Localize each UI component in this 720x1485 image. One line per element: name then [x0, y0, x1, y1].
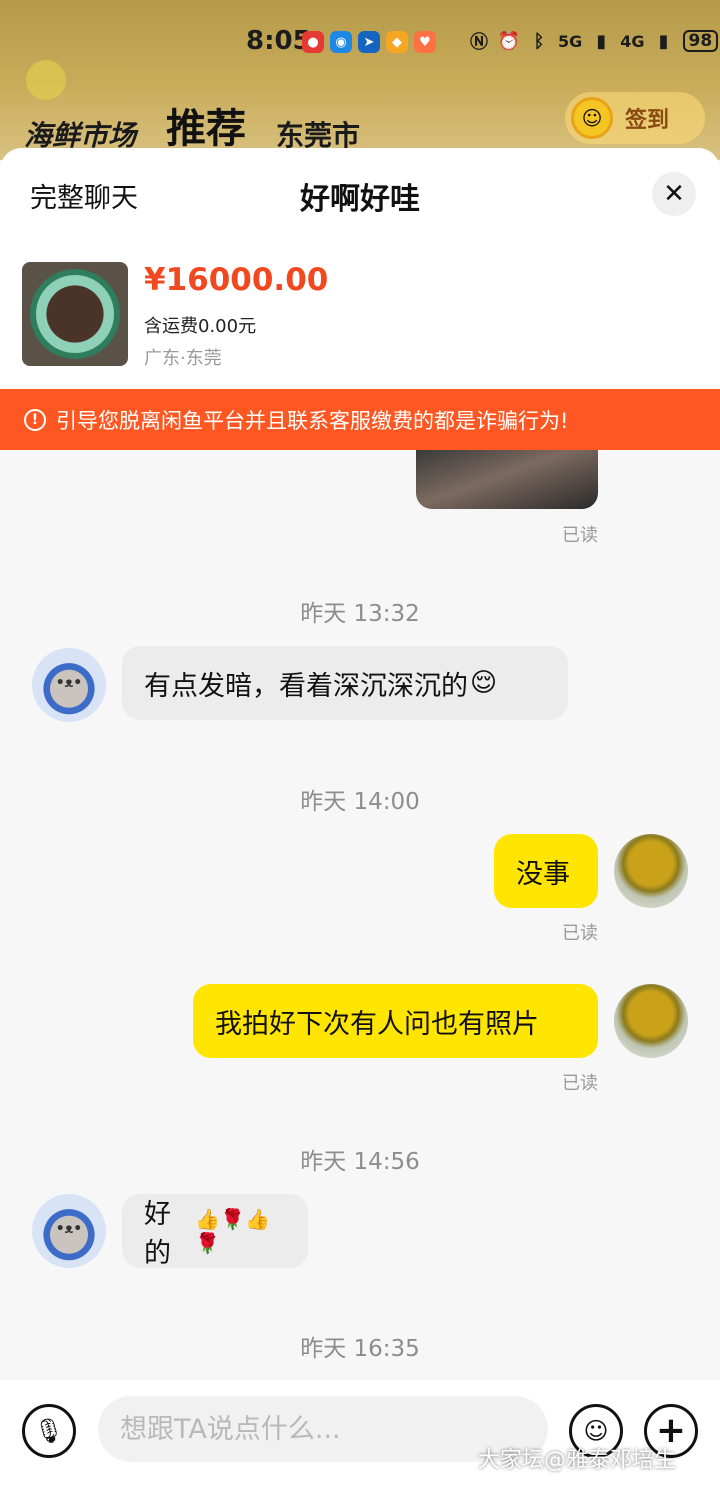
background-tabs: 海鲜市场 推荐 东莞市: [24, 96, 360, 154]
my-avatar[interactable]: [614, 984, 688, 1058]
message-text: 有点发暗，看着深沉深沉的: [144, 670, 468, 702]
health-app-icon: ♥: [414, 31, 436, 53]
my-avatar[interactable]: [614, 834, 688, 908]
alarm-icon: ⏰: [497, 30, 521, 52]
bluetooth-icon: ᛒ: [533, 30, 545, 52]
timestamp: 昨天 14:00: [300, 789, 420, 815]
battery-indicator: 98: [682, 30, 719, 52]
read-receipt: 已读: [562, 923, 598, 944]
message-text: 我拍好下次有人问也有照片: [215, 1008, 539, 1040]
status-time: 8:05: [246, 26, 311, 56]
message-text: 没事: [516, 858, 570, 890]
incoming-message[interactable]: 好的 👍🌹👍🌹: [122, 1194, 308, 1269]
notification-icons: ● ◉ ➤ ◆ ♥: [302, 31, 436, 53]
nfc-icon: Ⓝ: [470, 32, 488, 53]
system-indicators: Ⓝ ⏰ ᛒ 5G ▮ 4G ▮ 98: [468, 30, 719, 53]
product-price: ¥16000.00: [144, 262, 329, 298]
outgoing-message[interactable]: 没事: [494, 834, 598, 908]
coin-decoration: [26, 60, 66, 100]
background-app: 8:05 ● ◉ ➤ ◆ ♥ Ⓝ ⏰ ᛒ 5G ▮ 4G ▮ 98 海鲜市场 推…: [0, 0, 720, 160]
network-4g: 4G: [620, 31, 645, 51]
timestamp: 昨天 14:56: [300, 1149, 420, 1175]
signin-label: 签到: [625, 108, 670, 133]
tab-recommend[interactable]: 推荐: [166, 96, 247, 154]
message-text: 好的: [144, 1199, 171, 1269]
timestamp: 昨天 13:32: [300, 601, 420, 627]
relieved-face-icon: 😌: [470, 668, 498, 698]
chat-header: 完整聊天 好啊好哇 ✕: [0, 148, 720, 240]
read-receipt: 已读: [562, 1073, 598, 1094]
product-shipping: 含运费0.00元: [144, 316, 257, 337]
fraud-warning-bar: ! 引导您脱离闲鱼平台并且联系客服缴费的都是诈骗行为!: [0, 389, 720, 450]
contact-avatar[interactable]: •ᴥ•: [32, 648, 106, 722]
photo-message[interactable]: [416, 450, 598, 509]
close-icon[interactable]: ✕: [652, 172, 696, 216]
nav-app-icon: ➤: [358, 31, 380, 53]
incoming-message[interactable]: 有点发暗，看着深沉深沉的 😌: [122, 646, 568, 720]
product-location: 广东·东莞: [144, 348, 222, 369]
signal-icon: ▮: [658, 30, 669, 52]
shopping-app-icon: ◆: [386, 31, 408, 53]
contact-avatar[interactable]: •ᴥ•: [32, 1194, 106, 1268]
warning-text: 引导您脱离闲鱼平台并且联系客服缴费的都是诈骗行为!: [56, 408, 569, 433]
warning-icon: !: [24, 408, 46, 431]
chat-sheet: 完整聊天 好啊好哇 ✕ ¥16000.00 含运费0.00元 广东·东莞 ! 引…: [0, 148, 720, 1485]
chat-title: 好啊好哇: [300, 182, 420, 217]
watermark: 大家坛@雅泰邓培生: [478, 1448, 677, 1473]
microphone-icon[interactable]: 🎙: [22, 1404, 76, 1458]
product-card[interactable]: ¥16000.00 含运费0.00元 广东·东莞: [0, 240, 720, 389]
signin-button[interactable]: ☺ 签到: [565, 92, 705, 144]
read-receipt: 已读: [562, 525, 598, 546]
thumbs-up-rose-icon: 👍🌹👍🌹: [195, 1207, 270, 1255]
signin-mascot-icon: ☺: [571, 97, 613, 139]
product-image: [22, 262, 128, 366]
app-notification-icon: ●: [302, 31, 324, 53]
outgoing-message[interactable]: 我拍好下次有人问也有照片: [193, 984, 598, 1058]
signal-icon: ▮: [596, 30, 607, 52]
network-5g: 5G: [558, 31, 583, 51]
timestamp: 昨天 16:35: [300, 1336, 420, 1362]
message-app-icon: ◉: [330, 31, 352, 53]
status-bar: 8:05 ● ◉ ➤ ◆ ♥ Ⓝ ⏰ ᛒ 5G ▮ 4G ▮ 98: [0, 22, 720, 62]
